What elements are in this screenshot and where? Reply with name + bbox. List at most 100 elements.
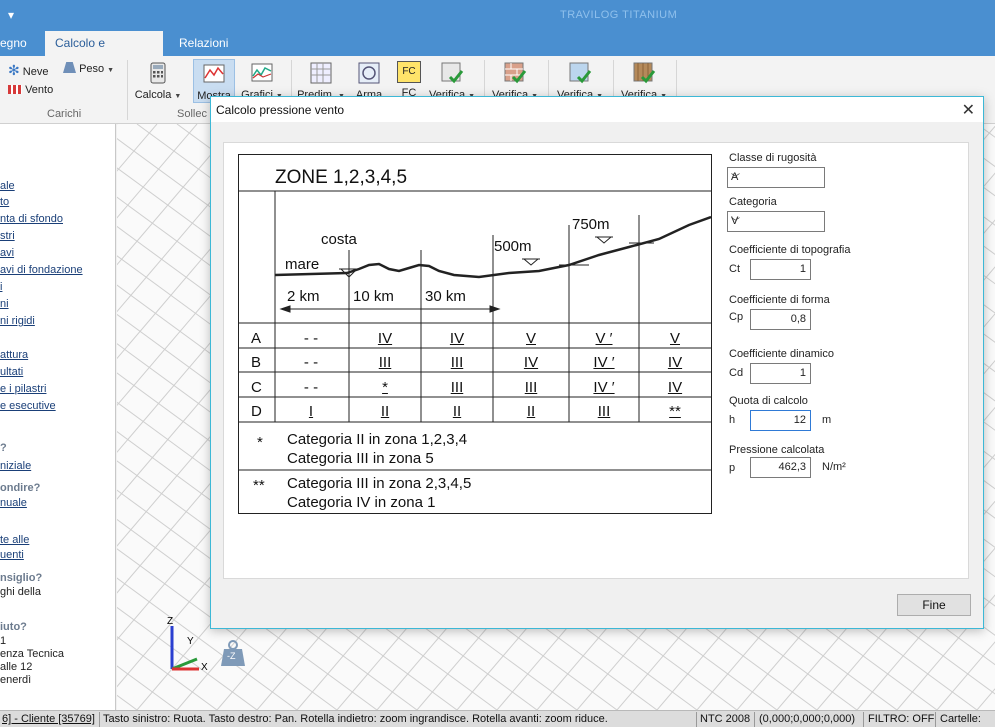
- cd-label: Cd: [729, 367, 744, 379]
- status-coords: (0,000;0,000;0,000): [759, 713, 856, 725]
- h-input[interactable]: 12: [750, 410, 811, 431]
- note-text: Categoria III in zona 2,3,4,5: [287, 475, 472, 492]
- fc-icon: FC: [397, 61, 421, 83]
- costa-label: costa: [321, 231, 357, 248]
- cd-input[interactable]: 1: [750, 363, 811, 384]
- category-cell: III: [450, 354, 464, 371]
- axis-y-label: Y: [187, 636, 194, 647]
- row-label: A: [251, 330, 262, 347]
- status-cartelle: Cartelle:: [940, 713, 981, 725]
- left-link[interactable]: te alle: [0, 534, 29, 546]
- predim-grid-icon: [310, 62, 332, 84]
- dialog-title-bar: Calcolo pressione vento ✕: [211, 97, 983, 122]
- category-cell: IV: [449, 330, 465, 347]
- status-norm: NTC 2008: [700, 713, 751, 725]
- category-cell: V: [525, 330, 536, 347]
- axis-x-label: X: [201, 662, 208, 673]
- left-link[interactable]: nta di sfondo: [0, 213, 63, 225]
- category-cell: III: [524, 379, 538, 396]
- left-text: alle 12: [0, 661, 33, 673]
- categoria-select[interactable]: V ﹀: [727, 211, 825, 232]
- tab-disegno[interactable]: egno: [0, 31, 37, 56]
- left-link[interactable]: niziale: [0, 460, 31, 472]
- left-link[interactable]: stri: [0, 230, 15, 242]
- wall-check-icon: [504, 62, 527, 84]
- section-heading: ?: [0, 442, 7, 454]
- group-label-sollecitazioni: Sollec: [177, 108, 207, 120]
- rugosita-select[interactable]: A ﹀: [727, 167, 825, 188]
- peso-button[interactable]: Peso ▼: [63, 62, 114, 75]
- category-cell: - -: [303, 330, 319, 347]
- title-bar: ▾ TRAVILOG TITANIUM: [0, 0, 995, 31]
- left-link[interactable]: ni: [0, 298, 9, 310]
- status-divider: [935, 712, 936, 727]
- status-divider: [99, 712, 100, 727]
- category-cell: III: [378, 354, 392, 371]
- status-divider: [754, 712, 755, 727]
- category-cell: I: [308, 403, 314, 420]
- left-link[interactable]: avi: [0, 247, 14, 259]
- left-link[interactable]: avi di fondazione: [0, 264, 83, 276]
- p-label: p: [729, 462, 736, 474]
- ct-input[interactable]: 1: [750, 259, 811, 280]
- left-navigation-panel: ale to nta di sfondo stri avi avi di fondazio…: [0, 124, 116, 710]
- mare-label: mare: [285, 256, 320, 273]
- snowflake-icon: ✻: [8, 62, 20, 78]
- cp-input[interactable]: 0,8: [750, 309, 811, 330]
- calcola-button[interactable]: Calcola ▼: [134, 59, 182, 103]
- category-cell: II: [526, 403, 536, 420]
- section-heading: iuto?: [0, 621, 27, 633]
- h-unit: m: [822, 414, 832, 426]
- chevron-down-icon: ﹀: [731, 217, 741, 227]
- fine-button[interactable]: Fine: [897, 594, 971, 616]
- p-unit: N/m²: [822, 461, 846, 473]
- zone-diagram: ZONE 1,2,3,4,5 costa mare 500m 750m 2 km…: [238, 154, 712, 514]
- left-link[interactable]: i: [0, 281, 2, 293]
- dinamico-label: Coefficiente dinamico: [729, 348, 834, 360]
- left-link[interactable]: uenti: [0, 549, 24, 561]
- left-link[interactable]: e i pilastri: [0, 383, 46, 395]
- distance-2km: 2 km: [287, 288, 320, 305]
- weight-icon: [63, 62, 76, 73]
- close-icon[interactable]: ✕: [962, 100, 975, 120]
- note-text: Categoria II in zona 1,2,3,4: [287, 431, 468, 448]
- left-link[interactable]: nuale: [0, 497, 27, 509]
- label-500m: 500m: [494, 238, 532, 255]
- verify-check-icon: [441, 62, 464, 84]
- quota-label: Quota di calcolo: [729, 395, 808, 407]
- category-cell: IV: [377, 330, 393, 347]
- category-cell: **: [669, 403, 681, 420]
- tab-relazioni[interactable]: Relazioni: [169, 31, 238, 56]
- vento-button[interactable]: Vento: [8, 84, 53, 96]
- left-link[interactable]: e esecutive: [0, 400, 56, 412]
- row-label: B: [251, 354, 262, 371]
- left-link[interactable]: attura: [0, 349, 28, 361]
- app-title: TRAVILOG TITANIUM: [560, 9, 678, 21]
- neve-button[interactable]: ✻ Neve: [8, 62, 48, 79]
- distance-30km: 30 km: [425, 288, 466, 305]
- status-project[interactable]: 6] - Cliente [35769]: [2, 713, 95, 725]
- left-link[interactable]: ale: [0, 180, 15, 192]
- quick-access-dropdown-icon[interactable]: ▾: [8, 8, 14, 22]
- category-cell: - -: [303, 379, 319, 396]
- p-output: 462,3: [750, 457, 811, 478]
- wind-pressure-dialog: Calcolo pressione vento ✕ ZONE 1,2,3,4,5…: [210, 96, 984, 629]
- note-symbol: **: [253, 477, 265, 494]
- ribbon-tab-bar: egno Calcolo e verifiche Relazioni: [0, 31, 995, 74]
- category-cell: IV: [667, 379, 683, 396]
- view-minus-z-button[interactable]: -Z: [220, 639, 246, 667]
- cp-label: Cp: [729, 311, 744, 323]
- tab-calcolo-e-verifiche[interactable]: Calcolo e verifiche: [45, 31, 163, 74]
- left-text: enza Tecnica: [0, 648, 65, 660]
- group-divider: [127, 60, 128, 120]
- status-hint: Tasto sinistro: Ruota. Tasto destro: Pan…: [103, 713, 608, 725]
- dialog-content-panel: ZONE 1,2,3,4,5 costa mare 500m 750m 2 km…: [223, 142, 969, 579]
- left-link[interactable]: ultati: [0, 366, 23, 378]
- left-link[interactable]: ni rigidi: [0, 315, 35, 327]
- category-cell: IV ′: [593, 354, 615, 371]
- left-text: enerdì: [0, 674, 32, 686]
- ct-label: Ct: [729, 263, 740, 275]
- left-link[interactable]: to: [0, 196, 9, 208]
- category-cell: IV: [523, 354, 539, 371]
- left-text: 1: [0, 635, 7, 647]
